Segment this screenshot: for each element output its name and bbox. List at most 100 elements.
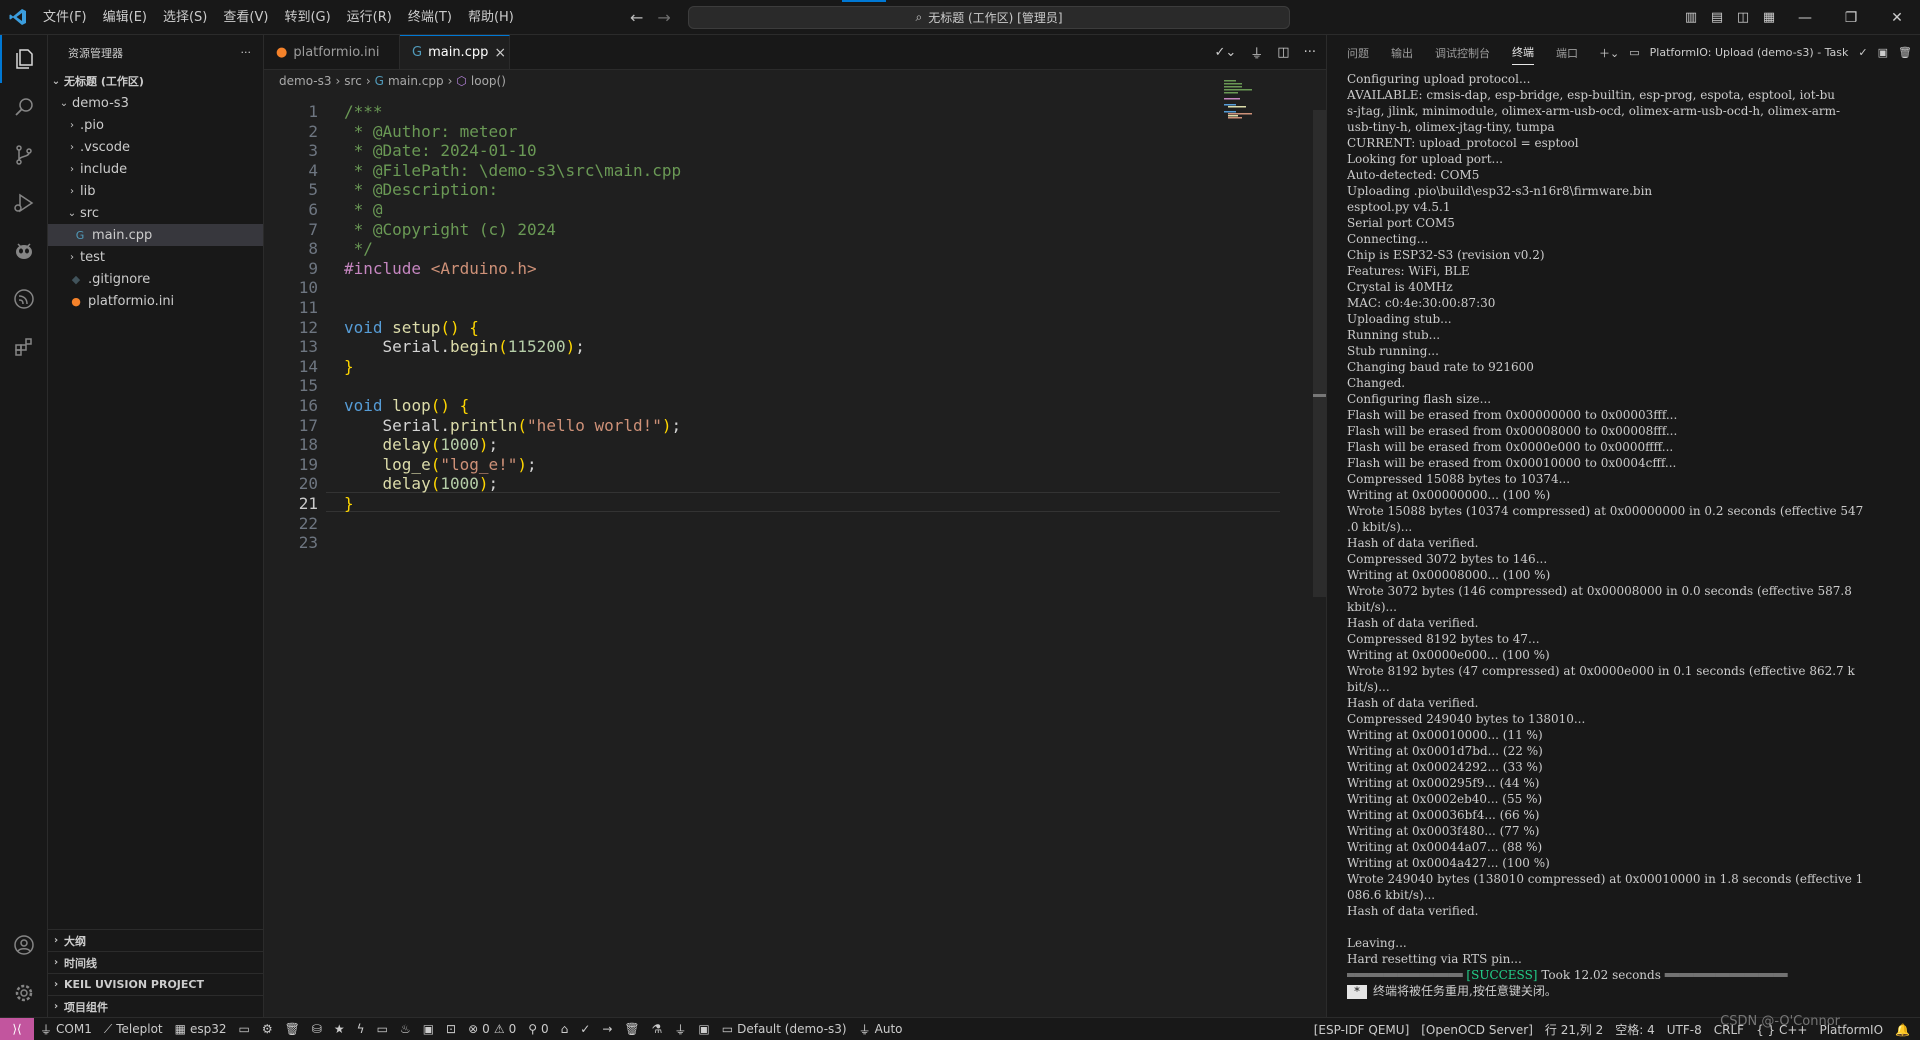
menu-edit[interactable]: 编辑(E) bbox=[95, 0, 155, 35]
tab-platformio-ini[interactable]: ● platformio.ini bbox=[264, 35, 400, 69]
extensions-icon[interactable] bbox=[0, 323, 48, 371]
code-line[interactable]: 23 bbox=[264, 531, 1264, 555]
build-flash-monitor-icon[interactable]: ⊡ bbox=[440, 1022, 462, 1036]
tree-file-main-cpp[interactable]: G main.cpp bbox=[48, 224, 263, 246]
workspace-root[interactable]: ⌄ 无标题 (工作区) bbox=[48, 70, 263, 92]
search-view-icon[interactable] bbox=[0, 83, 48, 131]
status-qemu[interactable]: [ESP-IDF QEMU] bbox=[1308, 1023, 1416, 1037]
status-encoding[interactable]: UTF-8 bbox=[1661, 1023, 1708, 1037]
breadcrumb-item[interactable]: loop() bbox=[471, 74, 506, 88]
flask-icon[interactable]: ⚗ bbox=[646, 1022, 669, 1036]
remote-indicator-icon[interactable]: ⟩⟨ bbox=[0, 1017, 34, 1040]
notifications-bell-icon[interactable]: 🔔 bbox=[1889, 1023, 1916, 1037]
terminal-output[interactable]: Configuring upload protocol... AVAILABLE:… bbox=[1347, 71, 1917, 999]
menu-go[interactable]: 转到(G) bbox=[276, 0, 338, 35]
check-icon[interactable]: ✓ bbox=[574, 1022, 596, 1036]
folder-icon[interactable]: ▭ bbox=[233, 1022, 256, 1036]
gear-icon[interactable]: ⚙ bbox=[256, 1022, 279, 1036]
status-ports[interactable]: ⚲ 0 bbox=[522, 1022, 554, 1036]
status-openocd[interactable]: [OpenOCD Server] bbox=[1415, 1023, 1539, 1037]
tree-folder-test[interactable]: › test bbox=[48, 246, 263, 268]
run-debug-icon[interactable] bbox=[0, 179, 48, 227]
menu-help[interactable]: 帮助(H) bbox=[460, 0, 522, 35]
command-center-search[interactable]: ⌕ 无标题 (工作区) [管理员] bbox=[688, 6, 1290, 29]
toggle-panel-icon[interactable]: ▤ bbox=[1704, 10, 1730, 25]
tab-main-cpp[interactable]: G main.cpp × bbox=[400, 35, 510, 69]
menu-view[interactable]: 查看(V) bbox=[215, 0, 276, 35]
toggle-secondary-sidebar-icon[interactable]: ◫ bbox=[1730, 10, 1756, 25]
minimize-icon[interactable]: — bbox=[1782, 10, 1828, 26]
database-icon[interactable]: ⛁ bbox=[306, 1022, 328, 1036]
restore-icon[interactable]: ❐ bbox=[1828, 10, 1874, 26]
tab-debug-console[interactable]: 调试控制台 bbox=[1435, 45, 1490, 61]
source-control-icon[interactable] bbox=[0, 131, 48, 179]
editor-scrollbar[interactable] bbox=[1313, 110, 1326, 597]
toggle-sidebar-icon[interactable]: ▥ bbox=[1678, 10, 1704, 25]
section-components[interactable]: › 项目组件 bbox=[48, 995, 264, 1017]
trash-icon[interactable]: 🗑 bbox=[279, 1022, 306, 1036]
minimap[interactable] bbox=[1224, 80, 1284, 120]
espressif-icon[interactable] bbox=[0, 275, 48, 323]
tree-folder-demo-s3[interactable]: ⌄ demo-s3 bbox=[48, 92, 263, 114]
status-problems[interactable]: ⊗ 0 ⚠ 0 bbox=[462, 1022, 522, 1036]
status-teleplot[interactable]: ⟋ Teleplot bbox=[98, 1022, 169, 1037]
more-actions-icon[interactable]: ··· bbox=[1304, 45, 1316, 60]
section-outline[interactable]: › 大纲 bbox=[48, 929, 264, 951]
trash-icon[interactable]: 🗑 bbox=[1898, 46, 1912, 59]
star-icon[interactable]: ★ bbox=[328, 1022, 351, 1036]
accounts-icon[interactable] bbox=[0, 921, 48, 969]
maximize-panel-icon[interactable]: ▣ bbox=[1878, 46, 1888, 59]
add-terminal-icon[interactable]: ＋⌄ bbox=[1599, 45, 1619, 61]
menu-run[interactable]: 运行(R) bbox=[339, 0, 400, 35]
customize-layout-icon[interactable]: ▦ bbox=[1756, 10, 1782, 25]
back-arrow-icon[interactable]: ← bbox=[630, 8, 643, 27]
menu-file[interactable]: 文件(F) bbox=[35, 0, 95, 35]
tree-folder-src[interactable]: ⌄ src bbox=[48, 202, 263, 224]
forward-arrow-icon[interactable]: → bbox=[657, 8, 670, 27]
more-actions-icon[interactable]: ··· bbox=[241, 46, 252, 59]
tree-file-platformio-ini[interactable]: ● platformio.ini bbox=[48, 290, 263, 312]
home-icon[interactable]: ⌂ bbox=[555, 1022, 575, 1036]
close-window-icon[interactable]: ✕ bbox=[1874, 10, 1920, 26]
flash-icon[interactable]: ϟ bbox=[351, 1022, 371, 1036]
flame-icon[interactable]: ♨ bbox=[394, 1022, 417, 1036]
section-timeline[interactable]: › 时间线 bbox=[48, 951, 264, 973]
tree-folder-pio[interactable]: › .pio bbox=[48, 114, 263, 136]
terminal-icon[interactable]: ▣ bbox=[692, 1022, 715, 1036]
code-editor[interactable]: 1/*** 2 * @Author: meteor 3 * @Date: 2024-… bbox=[264, 92, 1326, 1017]
breadcrumb-item[interactable]: demo-s3 bbox=[279, 74, 331, 88]
tab-terminal[interactable]: 终端 bbox=[1512, 44, 1534, 65]
menu-terminal[interactable]: 终端(T) bbox=[400, 0, 460, 35]
tab-problems[interactable]: 问题 bbox=[1347, 45, 1369, 61]
settings-gear-icon[interactable] bbox=[0, 969, 48, 1017]
tree-folder-lib[interactable]: › lib bbox=[48, 180, 263, 202]
activity-bar bbox=[0, 35, 48, 1017]
trash-icon[interactable]: 🗑 bbox=[618, 1022, 645, 1036]
status-com-port[interactable]: ⏚ COM1 bbox=[34, 1021, 98, 1038]
task-label[interactable]: PlatformIO: Upload (demo-s3) - Task bbox=[1650, 46, 1849, 59]
status-target[interactable]: ▦ esp32 bbox=[169, 1022, 233, 1036]
status-indent[interactable]: 空格: 4 bbox=[1609, 1021, 1661, 1038]
status-auto[interactable]: ⏚ Auto bbox=[853, 1021, 909, 1038]
plug-icon[interactable]: ⏚ bbox=[668, 1021, 692, 1038]
tree-folder-vscode[interactable]: › .vscode bbox=[48, 136, 263, 158]
tree-file-gitignore[interactable]: ◆ .gitignore bbox=[48, 268, 263, 290]
split-editor-icon[interactable]: ◫ bbox=[1277, 45, 1289, 60]
section-keil[interactable]: › KEIL UVISION PROJECT bbox=[48, 973, 264, 995]
breadcrumb-item[interactable]: main.cpp bbox=[388, 74, 444, 88]
monitor-icon[interactable]: ▭ bbox=[371, 1022, 394, 1036]
status-cursor-position[interactable]: 行 21,列 2 bbox=[1539, 1021, 1609, 1038]
status-env[interactable]: ▭ Default (demo-s3) bbox=[716, 1022, 853, 1036]
menu-selection[interactable]: 选择(S) bbox=[155, 0, 215, 35]
check-icon[interactable]: ✓⌄ bbox=[1214, 45, 1236, 60]
platformio-alien-icon[interactable] bbox=[0, 227, 48, 275]
tab-output[interactable]: 输出 bbox=[1391, 45, 1413, 61]
tab-ports[interactable]: 端口 bbox=[1556, 45, 1578, 61]
explorer-icon[interactable] bbox=[0, 35, 48, 83]
close-tab-icon[interactable]: × bbox=[494, 45, 506, 61]
arrow-right-icon[interactable]: → bbox=[596, 1022, 618, 1036]
upload-plug-icon[interactable]: ⏚ bbox=[1250, 43, 1263, 62]
terminal-icon[interactable]: ▣ bbox=[417, 1022, 440, 1036]
breadcrumb-item[interactable]: src bbox=[344, 74, 362, 88]
tree-folder-include[interactable]: › include bbox=[48, 158, 263, 180]
